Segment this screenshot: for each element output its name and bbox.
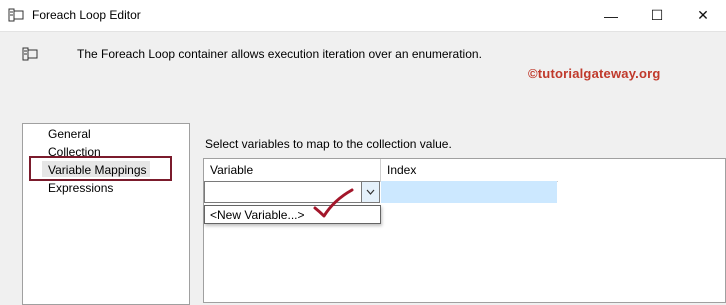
maximize-button[interactable]: ☐ — [634, 0, 680, 31]
column-separator[interactable] — [380, 159, 381, 181]
close-button[interactable]: ✕ — [680, 0, 726, 31]
nav-item-general[interactable]: General — [48, 127, 91, 141]
dropdown-button[interactable] — [361, 182, 379, 202]
option-new-variable[interactable]: <New Variable...> — [210, 208, 305, 222]
nav-item-collection[interactable]: Collection — [48, 145, 101, 159]
window-title: Foreach Loop Editor — [32, 8, 141, 22]
grid-header: Variable Index — [204, 159, 558, 182]
header-icon — [22, 47, 38, 61]
checkmark-icon — [313, 188, 354, 218]
instruction-text: Select variables to map to the collectio… — [205, 137, 452, 151]
column-header-index[interactable]: Index — [387, 163, 416, 177]
nav-item-variable-mappings[interactable]: Variable Mappings — [48, 163, 147, 177]
chevron-down-icon — [366, 189, 375, 195]
title-bar: Foreach Loop Editor — ☐ ✕ — [0, 0, 726, 32]
minimize-icon: — — [604, 7, 618, 24]
app-icon — [8, 8, 24, 22]
header-description: The Foreach Loop container allows execut… — [77, 47, 482, 61]
close-icon: ✕ — [697, 7, 709, 23]
nav-panel: General Collection Variable Mappings Exp… — [22, 123, 190, 305]
minimize-button[interactable]: — — [588, 0, 634, 31]
variable-mapping-grid: Variable Index <New Variable...> — [203, 158, 726, 303]
index-cell[interactable] — [381, 181, 557, 203]
watermark: ©tutorialgateway.org — [528, 66, 661, 81]
column-header-variable[interactable]: Variable — [210, 163, 253, 177]
nav-item-expressions[interactable]: Expressions — [48, 181, 113, 195]
maximize-icon: ☐ — [650, 7, 664, 23]
